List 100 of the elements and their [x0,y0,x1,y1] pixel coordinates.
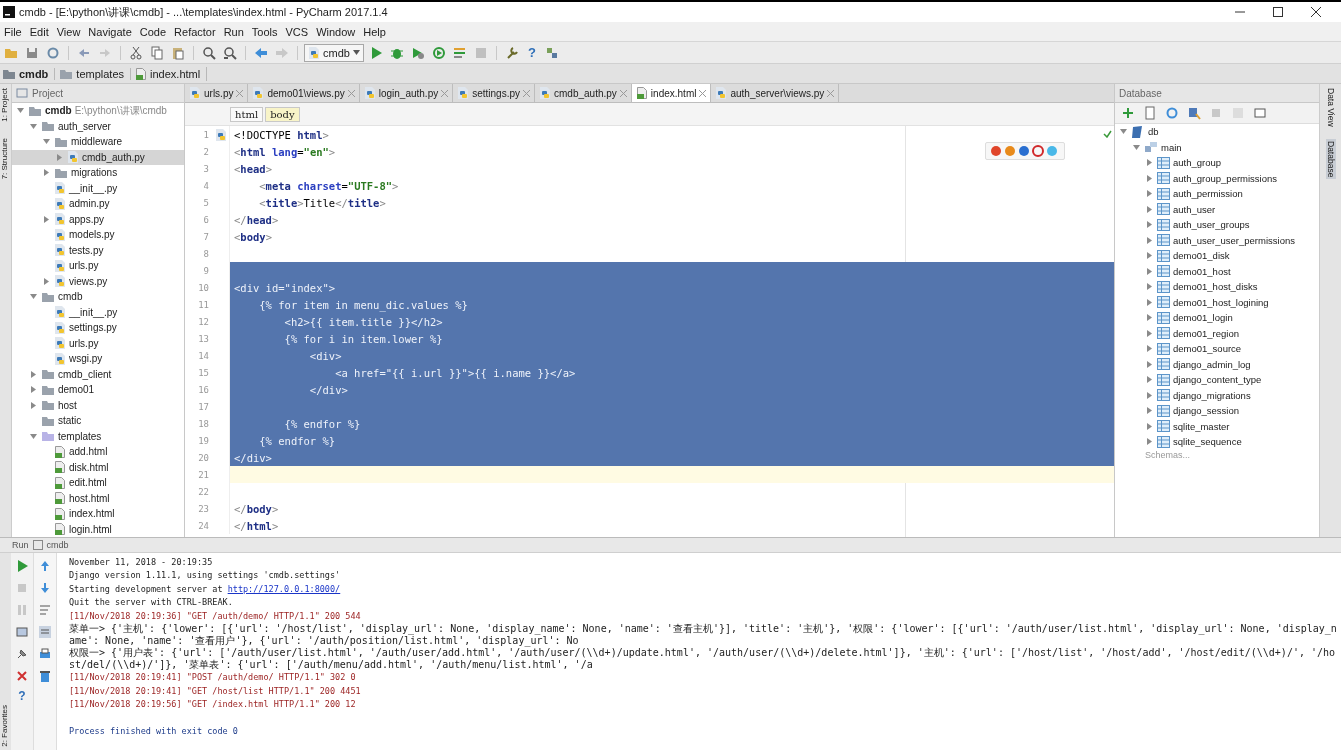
table-icon [1157,373,1170,386]
tree-item[interactable]: django_migrations [1115,387,1319,403]
tree-item[interactable]: views.py [12,273,184,289]
tree-item[interactable]: cmdb_auth.py [12,149,184,165]
side-tab[interactable]: Database [1325,138,1336,179]
minimize-icon [1235,11,1245,13]
scroll-to-end-icon[interactable] [36,623,54,641]
python-file-icon [252,86,265,100]
html-file-icon [54,460,66,475]
menu-item[interactable]: Refactor [170,25,220,38]
tree-item[interactable]: auth_group_permissions [1115,170,1319,186]
tree-item[interactable]: demo01_host [1115,263,1319,279]
menu-item[interactable]: Edit [25,25,53,38]
tree-item[interactable]: middleware [12,134,184,150]
table-icon [1157,327,1170,340]
tree-item[interactable]: demo01_source [1115,341,1319,357]
tag-breadcrumb[interactable]: body [265,106,300,122]
tree-item[interactable]: index.html [12,506,184,522]
help-button[interactable]: ? [18,689,26,703]
tree-item[interactable]: auth_server [12,118,184,134]
tree-item[interactable]: main [1115,139,1319,155]
editor-tab[interactable]: auth_server\views.py [711,84,840,102]
python-file-icon [54,305,66,320]
tree-item[interactable]: auth_user [1115,201,1319,217]
editor-tab[interactable]: urls.py [185,84,249,102]
tree-item[interactable]: host [12,397,184,413]
menu-item[interactable]: Window [312,25,360,38]
tree-item[interactable]: settings.py [12,320,184,336]
tree-item[interactable]: static [12,413,184,429]
tree-item[interactable]: urls.py [12,258,184,274]
code-line: <h2>{{ item.title }}</h2> [283,315,443,328]
copy-icon[interactable] [148,43,166,62]
tree-item[interactable]: login.html [12,521,184,537]
caret-icon [352,50,360,55]
breadcrumb[interactable]: templates [59,67,132,80]
editor-tab[interactable]: login_auth.py [359,84,454,102]
tree-item[interactable]: sqlite_master [1115,418,1319,434]
tree-item[interactable]: auth_permission [1115,186,1319,202]
menu-item[interactable]: Code [135,25,171,38]
breadcrumb[interactable]: index.html [135,66,208,81]
expanded-arrow-icon [29,431,38,441]
tree-item[interactable]: auth_user_groups [1115,217,1319,233]
tag-breadcrumb[interactable]: html [230,106,264,122]
tree-item[interactable]: sqlite_sequence [1115,434,1319,450]
line-number: 13 [197,333,210,344]
project-side-tab[interactable]: 1: Project [0,88,11,122]
run-config-dropdown[interactable]: cmdb [304,43,364,62]
editor-tab[interactable]: demo01\views.py [248,84,360,102]
tree-item[interactable]: apps.py [12,211,184,227]
close-icon [1311,7,1321,17]
editor-tab[interactable]: cmdb_auth.py [535,84,632,102]
tree-item[interactable]: migrations [12,165,184,181]
tree-item[interactable]: __init__.py [12,304,184,320]
menu-item[interactable]: View [52,25,85,38]
menu-item[interactable]: Navigate [84,25,136,38]
tree-item[interactable]: cmdb [12,289,184,305]
breadcrumb[interactable]: cmdb [2,67,56,80]
tree-item[interactable]: disk.html [12,459,184,475]
python-file-icon [54,351,66,366]
tree-item[interactable]: add.html [12,444,184,460]
tree-item[interactable]: auth_group [1115,155,1319,171]
tree-item[interactable]: demo01 [12,382,184,398]
tree-item[interactable]: demo01_login [1115,310,1319,326]
tree-item[interactable]: demo01_disk [1115,248,1319,264]
tree-item[interactable]: auth_user_user_permissions [1115,232,1319,248]
tree-item[interactable]: edit.html [12,475,184,491]
tree-item[interactable]: templates [12,428,184,444]
tree-item[interactable]: demo01_host_disks [1115,279,1319,295]
side-tab[interactable]: Data View [1325,86,1336,129]
menu-item[interactable]: VCS [281,25,313,38]
menu-item[interactable]: File [0,25,26,38]
table-icon [1157,389,1170,402]
editor-tab[interactable]: index.html [631,84,712,102]
line-number: 18 [197,418,210,429]
tree-item[interactable]: cmdb_client [12,366,184,382]
tree-item[interactable]: urls.py [12,335,184,351]
tree-item[interactable]: django_admin_log [1115,356,1319,372]
tree-item[interactable]: host.html [12,490,184,506]
editor-tab[interactable]: settings.py [453,84,536,102]
tree-item[interactable]: admin.py [12,196,184,212]
tree-item[interactable]: tests.py [12,242,184,258]
tree-item[interactable]: django_session [1115,403,1319,419]
tree-item[interactable]: cmdb E:\python\讲课\cmdb [12,103,184,119]
code-line: {% endfor %} [258,434,336,447]
tree-item[interactable]: demo01_region [1115,325,1319,341]
menu-item[interactable]: Tools [247,25,282,38]
help-button[interactable]: ? [523,45,540,60]
panel-title[interactable]: Project [32,87,64,99]
tree-item[interactable]: demo01_host_logining [1115,294,1319,310]
tree-item[interactable]: django_content_type [1115,372,1319,388]
run-config-name[interactable]: cmdb [46,540,69,550]
tree-item[interactable]: __init__.py [12,180,184,196]
html-file-icon [54,491,66,506]
menu-item[interactable]: Run [219,25,248,38]
structure-side-tab[interactable]: 7: Structure [0,137,11,180]
server-link[interactable]: http://127.0.0.1:8000/ [227,583,341,594]
tree-item[interactable]: models.py [12,227,184,243]
tree-item[interactable]: db [1115,124,1319,140]
tree-item[interactable]: wsgi.py [12,351,184,367]
menu-item[interactable]: Help [359,25,390,38]
